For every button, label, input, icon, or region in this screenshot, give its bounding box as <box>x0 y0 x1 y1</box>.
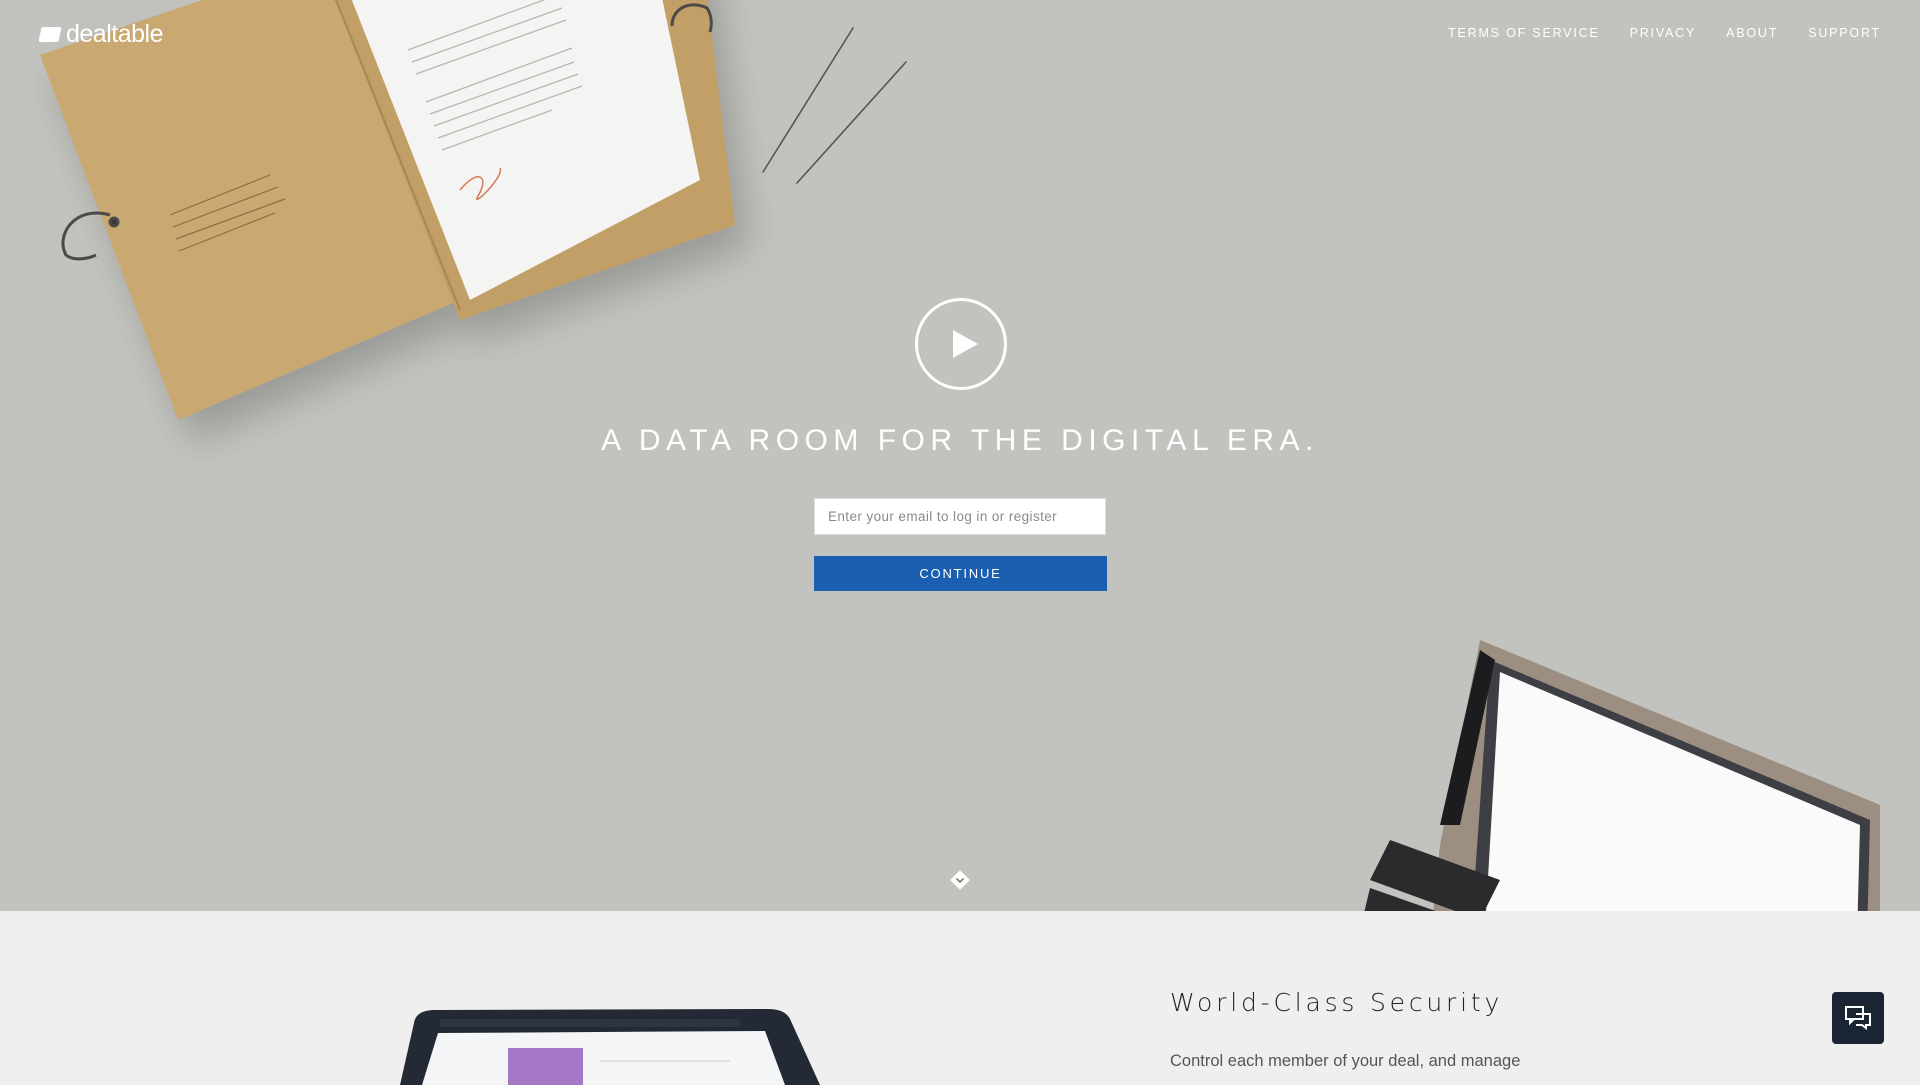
top-nav: TERMS OF SERVICE PRIVACY ABOUT SUPPORT <box>1448 26 1881 40</box>
nav-support[interactable]: SUPPORT <box>1808 26 1881 40</box>
nav-terms-of-service[interactable]: TERMS OF SERVICE <box>1448 26 1600 40</box>
play-icon <box>953 330 978 358</box>
chevron-down-icon <box>950 870 970 890</box>
play-video-button[interactable] <box>915 298 1007 390</box>
nav-about[interactable]: ABOUT <box>1726 26 1778 40</box>
email-input[interactable] <box>814 498 1106 535</box>
hero-headline: A DATA ROOM FOR THE DIGITAL ERA. <box>601 424 1319 457</box>
continue-button[interactable]: CONTINUE <box>814 556 1107 591</box>
laptop-illustration <box>1364 640 1880 911</box>
chat-widget-button[interactable] <box>1832 992 1884 1044</box>
scroll-down-button[interactable] <box>947 867 973 893</box>
tablet-illustration <box>400 1009 820 1085</box>
logo-mark-icon <box>38 27 62 42</box>
hero-section: dealtable TERMS OF SERVICE PRIVACY ABOUT… <box>0 0 1920 911</box>
section-description: Control each member of your deal, and ma… <box>1170 1052 1521 1070</box>
section-title: World-Class Security <box>1170 988 1504 1017</box>
folder-illustration <box>40 0 907 420</box>
nav-privacy[interactable]: PRIVACY <box>1630 26 1697 40</box>
brand-name: dealtable <box>66 20 163 48</box>
brand-logo[interactable]: dealtable <box>38 20 163 49</box>
chat-icon <box>1845 1006 1871 1030</box>
